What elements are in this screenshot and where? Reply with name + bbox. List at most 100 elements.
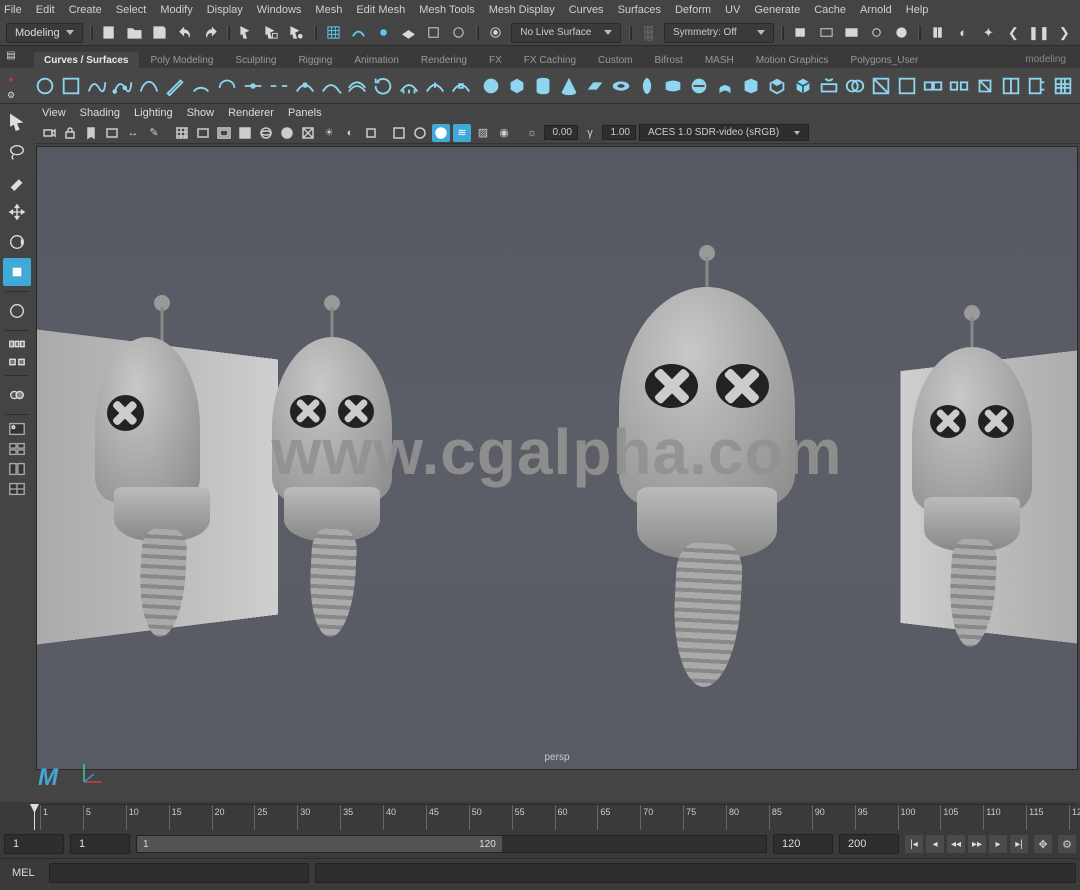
menu-curves[interactable]: Curves <box>569 4 604 16</box>
ghosting-icon[interactable]: ◐ <box>954 23 973 43</box>
snap-plane-icon[interactable] <box>399 23 418 43</box>
add-points-icon[interactable] <box>424 72 446 100</box>
use-textures-icon[interactable] <box>299 124 317 142</box>
script-lang-label[interactable]: MEL <box>4 864 43 882</box>
arc-2pt-icon[interactable] <box>216 72 238 100</box>
planar-icon[interactable] <box>688 72 710 100</box>
snap-grid-icon[interactable] <box>324 23 343 43</box>
menu-meshtools[interactable]: Mesh Tools <box>419 4 474 16</box>
playback-start-field[interactable]: 1 <box>70 834 130 854</box>
snap-view-icon[interactable] <box>424 23 443 43</box>
shelf-tab-polygons-user[interactable]: Polygons_User <box>841 52 929 68</box>
rebuild-surface-icon[interactable] <box>1052 72 1074 100</box>
shelf-tab-custom[interactable]: Custom <box>588 52 642 68</box>
insert-isoparm-icon[interactable] <box>1000 72 1022 100</box>
playback-end-field[interactable]: 120 <box>773 834 833 854</box>
anim-end-field[interactable]: 200 <box>839 834 899 854</box>
use-lights-icon[interactable]: ☀ <box>320 124 338 142</box>
sym-select-icon[interactable] <box>3 354 31 370</box>
bezier-curve-icon[interactable] <box>138 72 160 100</box>
extend-curve-icon[interactable] <box>320 72 342 100</box>
redo-icon[interactable] <box>201 23 220 43</box>
select-tool[interactable] <box>3 108 31 136</box>
panel-menu-show[interactable]: Show <box>187 107 215 119</box>
symmetry-dropdown[interactable]: Symmetry: Off <box>664 23 774 43</box>
layout-four-icon[interactable] <box>3 440 31 458</box>
boundary-icon[interactable] <box>766 72 788 100</box>
ssao-icon[interactable] <box>432 124 450 142</box>
menu-editmesh[interactable]: Edit Mesh <box>356 4 405 16</box>
shadows-icon[interactable]: ◐ <box>341 124 359 142</box>
exposure-icon[interactable]: ☼ <box>523 124 541 142</box>
reverse-curve-icon[interactable] <box>372 72 394 100</box>
render-settings-icon[interactable] <box>867 23 886 43</box>
nurbs-circle-icon[interactable] <box>34 72 56 100</box>
menu-generate[interactable]: Generate <box>754 4 800 16</box>
menu-create[interactable]: Create <box>69 4 102 16</box>
scale-tool[interactable] <box>3 258 31 286</box>
project-curve-icon[interactable] <box>818 72 840 100</box>
panel-menu-view[interactable]: View <box>42 107 66 119</box>
workspace-dropdown[interactable]: Modeling <box>6 23 83 43</box>
menu-surfaces[interactable]: Surfaces <box>618 4 661 16</box>
paint-select-tool[interactable] <box>3 168 31 196</box>
lock-camera-icon[interactable] <box>61 124 79 142</box>
playback-pause-icon[interactable]: ❚❚ <box>1029 23 1049 43</box>
cv-curve-icon[interactable] <box>112 72 134 100</box>
shelf-tab-sculpting[interactable]: Sculpting <box>225 52 286 68</box>
layout-custom-icon[interactable] <box>3 480 31 498</box>
snap-point-icon[interactable] <box>374 23 393 43</box>
construction-history-icon[interactable] <box>792 23 811 43</box>
playback-toggle-icon[interactable] <box>929 23 948 43</box>
play-back-icon[interactable]: ◂◂ <box>947 835 965 853</box>
shelf-tab-fx-caching[interactable]: FX Caching <box>514 52 586 68</box>
gamma-icon[interactable]: γ <box>581 124 599 142</box>
nurbs-sphere-icon[interactable] <box>480 72 502 100</box>
lasso-tool[interactable] <box>3 138 31 166</box>
step-back-icon[interactable]: ◂ <box>926 835 944 853</box>
loft-icon[interactable] <box>662 72 684 100</box>
grease-pencil-icon[interactable]: ✎ <box>145 124 163 142</box>
select-by-object-icon[interactable] <box>262 23 281 43</box>
shelf-tab-fx[interactable]: FX <box>479 52 512 68</box>
nurbs-square-icon[interactable] <box>60 72 82 100</box>
shelf-tab-animation[interactable]: Animation <box>344 52 408 68</box>
detach-surface-icon[interactable] <box>948 72 970 100</box>
extrude-surface-icon[interactable] <box>714 72 736 100</box>
resolution-gate-icon[interactable] <box>215 124 233 142</box>
trim-icon[interactable] <box>870 72 892 100</box>
untrim-icon[interactable] <box>896 72 918 100</box>
move-tool[interactable] <box>3 198 31 226</box>
snap-curve-icon[interactable] <box>349 23 368 43</box>
nurbs-cylinder-icon[interactable] <box>532 72 554 100</box>
select-by-component-icon[interactable] <box>287 23 306 43</box>
shelf-gear-icon[interactable]: ⚙ <box>4 88 18 102</box>
open-close-surface-icon[interactable] <box>974 72 996 100</box>
intersect-icon[interactable] <box>844 72 866 100</box>
menu-display[interactable]: Display <box>207 4 243 16</box>
motion-blur-icon[interactable]: ≋ <box>453 124 471 142</box>
bevel-icon[interactable] <box>792 72 814 100</box>
snap-live-icon[interactable] <box>449 23 468 43</box>
save-scene-icon[interactable] <box>150 23 169 43</box>
detach-curve-icon[interactable] <box>268 72 290 100</box>
shelf-tab-mash[interactable]: MASH <box>695 52 744 68</box>
last-tool[interactable] <box>3 297 31 325</box>
film-gate-icon[interactable] <box>194 124 212 142</box>
new-scene-icon[interactable] <box>100 23 119 43</box>
shelf-tab-rigging[interactable]: Rigging <box>288 52 342 68</box>
menu-deform[interactable]: Deform <box>675 4 711 16</box>
extend-surface-icon[interactable] <box>1026 72 1048 100</box>
revolve-icon[interactable] <box>636 72 658 100</box>
step-forward-icon[interactable]: ▸ <box>989 835 1007 853</box>
panel-menu-shading[interactable]: Shading <box>80 107 120 119</box>
bookmark-icon[interactable] <box>82 124 100 142</box>
depth-of-field-icon[interactable]: ◉ <box>495 124 513 142</box>
play-forward-icon[interactable]: ▸▸ <box>968 835 986 853</box>
ep-curve-icon[interactable] <box>86 72 108 100</box>
menu-help[interactable]: Help <box>906 4 929 16</box>
menu-select[interactable]: Select <box>116 4 147 16</box>
menu-uv[interactable]: UV <box>725 4 740 16</box>
select-camera-icon[interactable] <box>40 124 58 142</box>
xray-joints-icon[interactable] <box>411 124 429 142</box>
